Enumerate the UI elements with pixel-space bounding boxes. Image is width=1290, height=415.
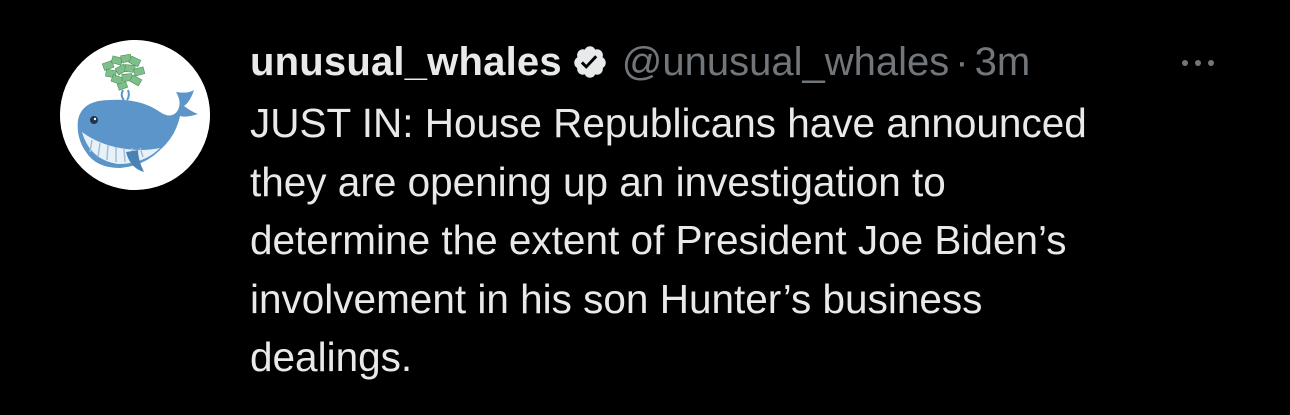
handle[interactable]: @unusual_whales [622,40,949,85]
tweet-text-line: they are opening up an investigation to [250,158,946,205]
tweet-text-line: dealings. [250,334,413,381]
tweet-text-line: involvement in his son Hunter’s business [250,275,983,322]
dot-1 [1182,60,1188,66]
tweet-card[interactable]: unusual_whales @unusual_whales · 3m JUST… [0,0,1290,415]
tweet-text-line: determine the extent of President Joe Bi… [250,217,1067,264]
timestamp[interactable]: 3m [975,40,1031,85]
tweet-text: JUST IN: House Republicans have announce… [250,94,1250,387]
separator-dot: · [955,39,969,84]
tweet-header: unusual_whales @unusual_whales · 3m [250,34,1030,90]
avatar[interactable] [60,40,210,190]
tweet-text-line: JUST IN: House Republicans have announce… [250,100,1087,146]
dot-3 [1208,60,1214,66]
verified-badge-icon [572,44,608,80]
dot-2 [1195,60,1201,66]
more-dots-icon[interactable] [1168,48,1228,78]
display-name[interactable]: unusual_whales [250,40,562,85]
whale-logo-icon [60,40,210,190]
